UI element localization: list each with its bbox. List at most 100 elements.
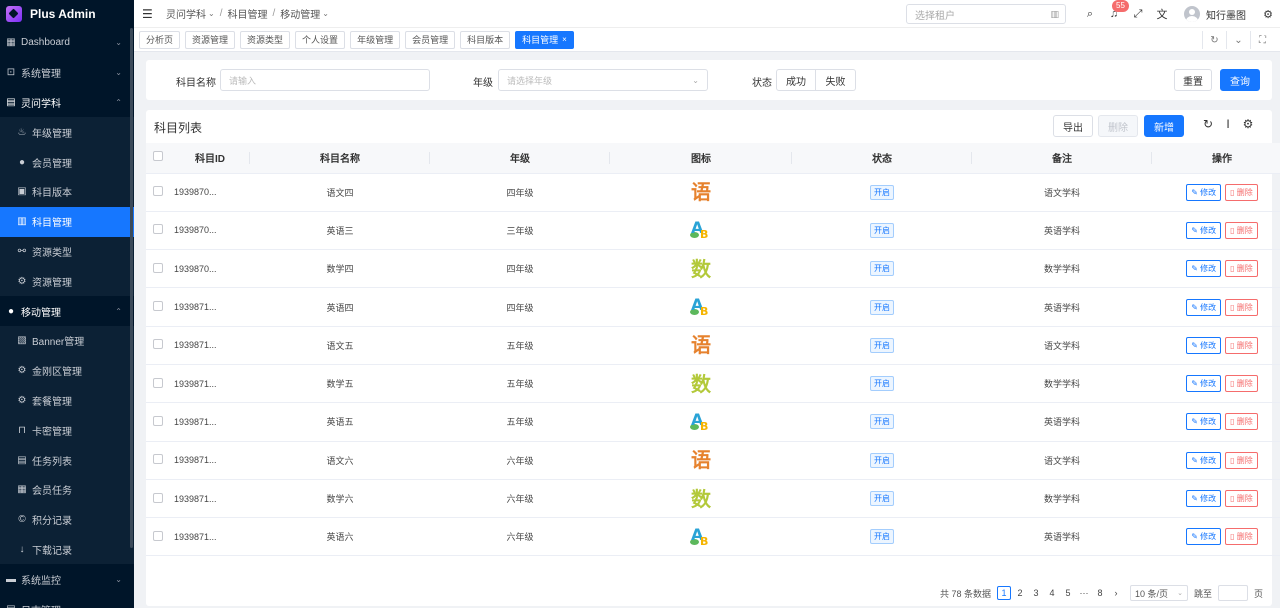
edit-button[interactable]: ✎ 修改 bbox=[1186, 490, 1222, 508]
tab-6[interactable]: 科目版本 bbox=[460, 30, 511, 49]
delete-button[interactable]: ▯ 删除 bbox=[1225, 375, 1258, 393]
tab-3[interactable]: 个人设置 bbox=[295, 30, 346, 49]
sidebar-item-1[interactable]: ⊡ 系统管理 ⌄ bbox=[0, 58, 134, 88]
row-checkbox[interactable] bbox=[153, 301, 163, 312]
delete-button[interactable]: ▯ 删除 bbox=[1225, 221, 1258, 239]
refresh-icon[interactable]: ↻ bbox=[1198, 117, 1218, 131]
chevron-down-icon[interactable]: ⌄ bbox=[208, 9, 215, 18]
logo[interactable]: Plus Admin bbox=[0, 0, 134, 28]
sidebar-item-19[interactable]: ▤ 日志管理 ⌄ bbox=[0, 594, 134, 608]
sidebar-item-18[interactable]: ▬ 系统监控 ⌄ bbox=[0, 564, 134, 594]
grade-select[interactable]: 请选择年级 ⌄ bbox=[498, 69, 708, 91]
row-checkbox[interactable] bbox=[153, 415, 163, 426]
reset-button[interactable]: 重置 bbox=[1174, 69, 1212, 91]
page-number[interactable]: 1 bbox=[997, 586, 1012, 600]
next-page-icon[interactable]: › bbox=[1109, 586, 1123, 600]
sidebar-item-12[interactable]: ⚙ 套餐管理 bbox=[0, 385, 134, 416]
select-all-checkbox[interactable] bbox=[153, 151, 163, 162]
sidebar-item-8[interactable]: ⚙ 资源管理 bbox=[0, 266, 134, 297]
bell-icon[interactable]: ♫ 55 bbox=[1102, 0, 1129, 20]
menu-fold-icon[interactable]: ☰ bbox=[142, 7, 156, 21]
sidebar-item-10[interactable]: ▧ Banner管理 bbox=[0, 325, 134, 356]
edit-button[interactable]: ✎ 修改 bbox=[1186, 260, 1222, 278]
export-button[interactable]: 导出 bbox=[1053, 115, 1093, 137]
delete-button[interactable]: ▯ 删除 bbox=[1225, 298, 1258, 316]
tenant-select[interactable]: 选择租户 ▥ bbox=[906, 4, 1066, 24]
page-number[interactable]: 8 bbox=[1093, 586, 1107, 600]
page-number[interactable]: ··· bbox=[1077, 586, 1091, 600]
language-icon[interactable]: 文 bbox=[1150, 6, 1174, 22]
sidebar-item-2[interactable]: ▤ 灵问学科 ⌃ bbox=[0, 88, 134, 118]
breadcrumb-item-3[interactable]: 移动管理 bbox=[280, 6, 320, 21]
breadcrumb-item-1[interactable]: 灵问学科 bbox=[166, 6, 206, 21]
column-height-icon[interactable]: I bbox=[1218, 117, 1238, 131]
delete-button[interactable]: ▯ 删除 bbox=[1225, 336, 1258, 354]
edit-button[interactable]: ✎ 修改 bbox=[1186, 336, 1222, 354]
row-checkbox[interactable] bbox=[153, 186, 163, 197]
status-fail-option[interactable]: 失败 bbox=[816, 69, 856, 91]
sidebar-item-4[interactable]: ● 会员管理 bbox=[0, 147, 134, 177]
sidebar-item-5[interactable]: ▣ 科目版本 bbox=[0, 176, 134, 207]
sidebar-item-9[interactable]: ● 移动管理 ⌃ bbox=[0, 296, 134, 326]
breadcrumb-item-2[interactable]: 科目管理 bbox=[227, 6, 267, 21]
edit-button[interactable]: ✎ 修改 bbox=[1186, 375, 1222, 393]
query-button[interactable]: 查询 bbox=[1220, 69, 1260, 91]
row-checkbox[interactable] bbox=[153, 339, 163, 350]
search-icon[interactable]: ⌕ bbox=[1078, 8, 1102, 21]
add-button[interactable]: 新增 bbox=[1144, 115, 1184, 137]
gear-icon[interactable]: ⚙ bbox=[1256, 8, 1280, 21]
tab-7[interactable]: 科目管理 × bbox=[515, 30, 574, 49]
row-checkbox[interactable] bbox=[153, 377, 163, 388]
sidebar-item-13[interactable]: ⊓ 卡密管理 bbox=[0, 415, 134, 446]
edit-button[interactable]: ✎ 修改 bbox=[1186, 528, 1222, 546]
jump-input[interactable] bbox=[1218, 585, 1249, 601]
batch-delete-button[interactable]: 删除 bbox=[1098, 115, 1138, 137]
tab-1[interactable]: 资源管理 bbox=[185, 30, 236, 49]
sidebar-item-0[interactable]: ▦ Dashboard ⌄ bbox=[0, 28, 134, 58]
status-success-option[interactable]: 成功 bbox=[776, 69, 816, 91]
tab-2[interactable]: 资源类型 bbox=[240, 30, 291, 49]
fullscreen-icon[interactable]: ⛶ bbox=[1250, 31, 1274, 49]
avatar[interactable] bbox=[1184, 6, 1200, 22]
delete-button[interactable]: ▯ 删除 bbox=[1225, 260, 1258, 278]
row-checkbox[interactable] bbox=[153, 262, 163, 273]
row-checkbox[interactable] bbox=[153, 530, 163, 541]
sidebar-item-15[interactable]: ▦ 会员任务 bbox=[0, 474, 134, 505]
edit-button[interactable]: ✎ 修改 bbox=[1186, 221, 1222, 239]
page-size-select[interactable]: 10 条/页 ⌄ bbox=[1130, 585, 1189, 601]
edit-button[interactable]: ✎ 修改 bbox=[1186, 183, 1222, 201]
page-number[interactable]: 5 bbox=[1061, 586, 1075, 600]
edit-button[interactable]: ✎ 修改 bbox=[1186, 451, 1222, 469]
chevron-down-icon[interactable]: ⌄ bbox=[322, 9, 329, 18]
edit-button[interactable]: ✎ 修改 bbox=[1186, 298, 1222, 316]
row-checkbox[interactable] bbox=[153, 224, 163, 235]
sidebar-item-7[interactable]: ⚯ 资源类型 bbox=[0, 236, 134, 267]
tab-5[interactable]: 会员管理 bbox=[405, 30, 456, 49]
sidebar-item-11[interactable]: ⚙ 金刚区管理 bbox=[0, 355, 134, 386]
sidebar-scrollbar[interactable] bbox=[130, 28, 133, 548]
row-checkbox[interactable] bbox=[153, 454, 163, 465]
delete-button[interactable]: ▯ 删除 bbox=[1225, 451, 1258, 469]
gear-icon[interactable]: ⚙ bbox=[1238, 117, 1258, 131]
delete-button[interactable]: ▯ 删除 bbox=[1225, 490, 1258, 508]
delete-button[interactable]: ▯ 删除 bbox=[1225, 413, 1258, 431]
tab-4[interactable]: 年级管理 bbox=[350, 30, 401, 49]
username[interactable]: 知行墨图 bbox=[1206, 7, 1246, 22]
sidebar-item-6[interactable]: ▥ 科目管理 bbox=[0, 206, 134, 237]
sidebar-item-14[interactable]: ▤ 任务列表 bbox=[0, 445, 134, 475]
edit-button[interactable]: ✎ 修改 bbox=[1186, 413, 1222, 431]
row-checkbox[interactable] bbox=[153, 492, 163, 503]
delete-button[interactable]: ▯ 删除 bbox=[1225, 528, 1258, 546]
page-number[interactable]: 3 bbox=[1029, 586, 1043, 600]
sidebar-item-17[interactable]: ↓ 下载记录 bbox=[0, 534, 134, 565]
close-icon[interactable]: × bbox=[562, 35, 567, 44]
delete-button[interactable]: ▯ 删除 bbox=[1225, 183, 1258, 201]
chevron-down-icon[interactable]: ⌄ bbox=[1226, 31, 1250, 49]
sidebar-item-3[interactable]: ♨ 年级管理 bbox=[0, 117, 134, 148]
page-number[interactable]: 2 bbox=[1013, 586, 1027, 600]
tab-0[interactable]: 分析页 bbox=[139, 30, 181, 49]
subject-name-input[interactable]: 请输入 bbox=[220, 69, 430, 91]
refresh-icon[interactable]: ↻ bbox=[1202, 31, 1226, 49]
fullscreen-icon[interactable]: ⤢ bbox=[1126, 8, 1150, 21]
page-number[interactable]: 4 bbox=[1045, 586, 1059, 600]
